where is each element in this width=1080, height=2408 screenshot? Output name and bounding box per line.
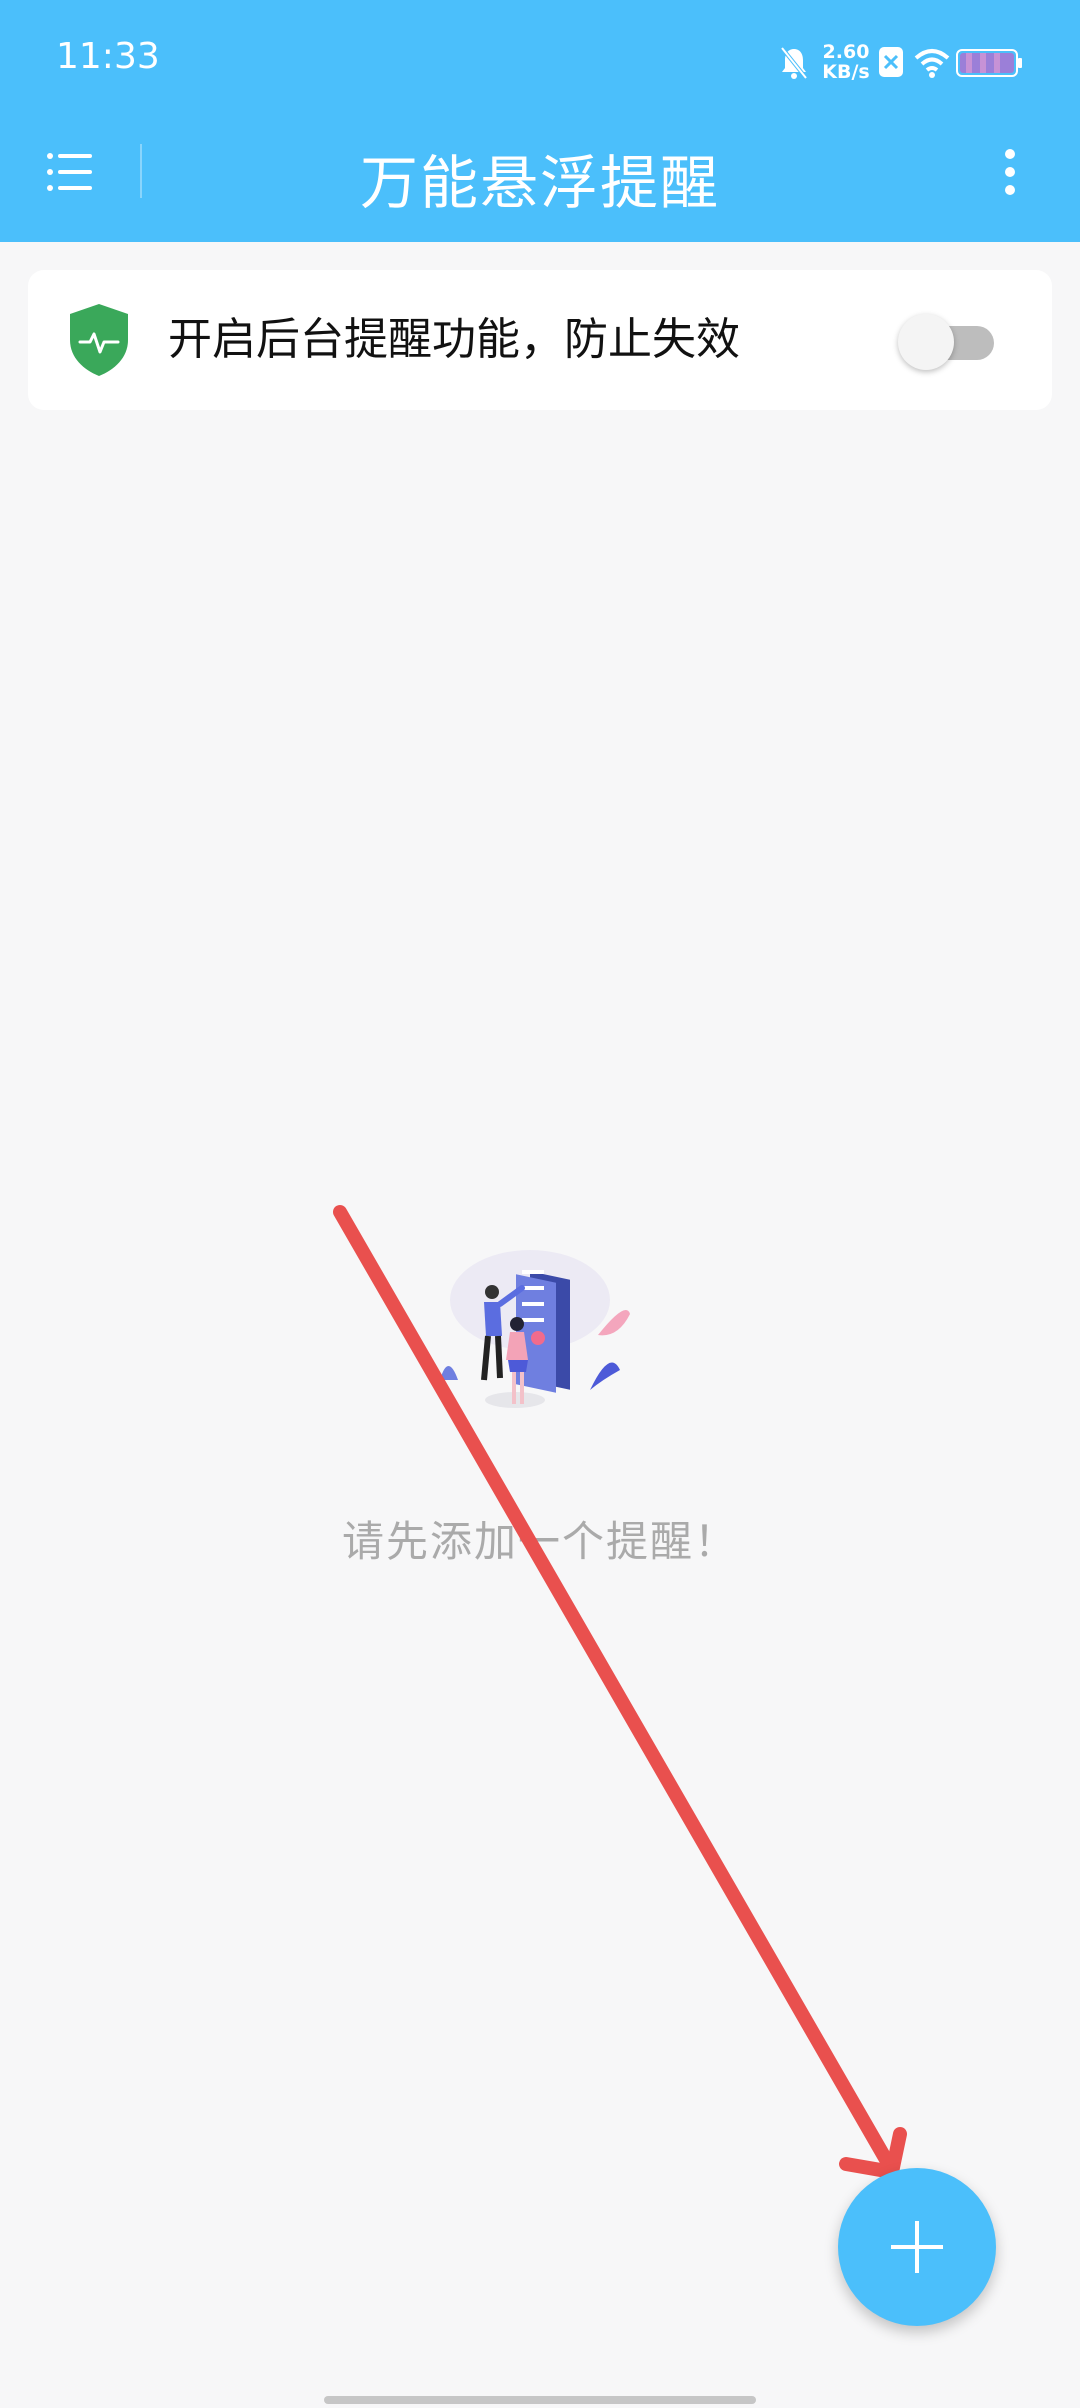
shield-icon <box>70 304 128 376</box>
status-time: 11:33 <box>56 36 160 77</box>
app-title: 万能悬浮提醒 <box>359 149 720 217</box>
plus-icon <box>891 2221 943 2273</box>
background-reminder-label: 开启后台提醒功能，防止失效 <box>168 314 740 365</box>
empty-state-illustration <box>440 1250 630 1408</box>
more-vert-icon[interactable] <box>996 148 1024 196</box>
add-reminder-fab[interactable] <box>838 2168 996 2326</box>
toggle-thumb <box>898 314 954 370</box>
battery-icon <box>956 49 1022 77</box>
net-speed-value: 2.60 <box>822 41 870 63</box>
background-reminder-toggle[interactable] <box>898 314 994 370</box>
wifi-icon <box>914 49 950 78</box>
home-indicator[interactable] <box>324 2396 756 2404</box>
status-icons: 2.60 KB/s <box>780 42 1024 86</box>
empty-state-message: 请先添加一个提醒！ <box>341 1517 738 1566</box>
close-badge-icon <box>879 47 903 77</box>
net-speed: 2.60 KB/s <box>816 42 876 82</box>
net-speed-unit: KB/s <box>822 61 870 83</box>
app-bar: 11:33 2.60 KB/s 万能悬浮提醒 <box>0 0 1080 242</box>
mute-bell-icon <box>780 46 808 80</box>
background-reminder-card: 开启后台提醒功能，防止失效 <box>28 270 1052 410</box>
